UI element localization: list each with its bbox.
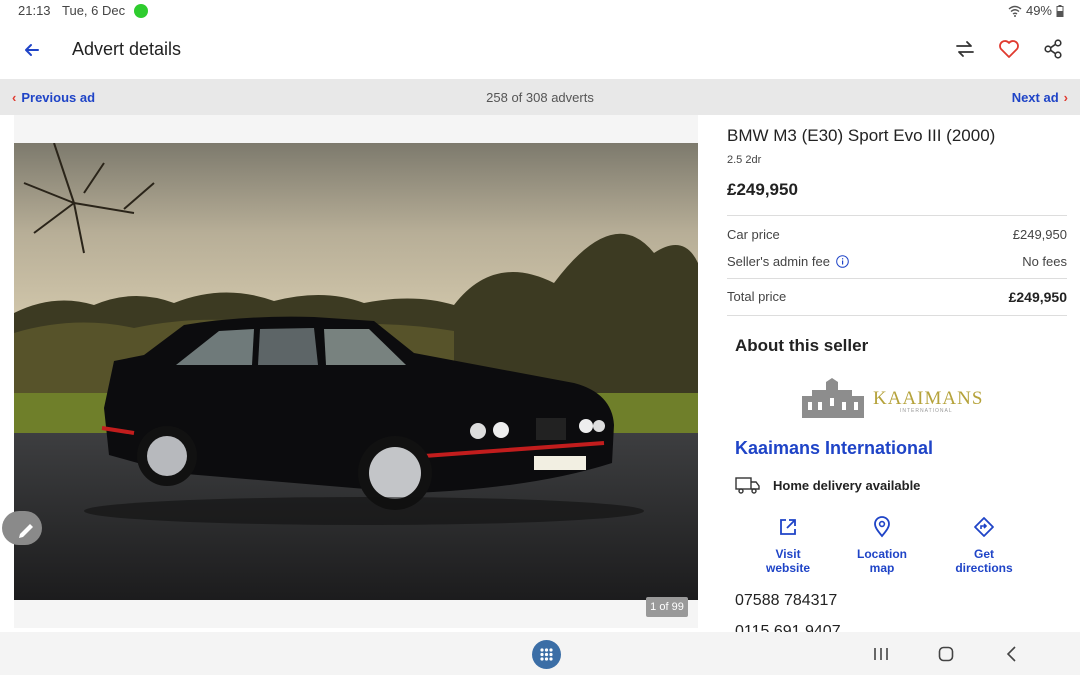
price-row-car: Car price £249,950 (727, 227, 1067, 242)
seller-phone-primary[interactable]: 07588 784317 (735, 592, 837, 610)
battery-level: 49% (1025, 3, 1052, 18)
status-date: Tue, 6 Dec (62, 3, 126, 18)
grid-icon (540, 648, 553, 661)
visit-website-line1: Visit (775, 547, 801, 561)
status-time: 21:13 (18, 3, 51, 18)
advert-navigation-bar: ‹ Previous ad 258 of 308 adverts Next ad… (0, 79, 1080, 115)
compare-arrows-icon (956, 41, 974, 57)
wifi-icon (1008, 5, 1022, 17)
get-directions-button[interactable]: Get directions (939, 516, 1029, 575)
get-directions-line1: Get (973, 547, 994, 561)
divider (727, 215, 1067, 216)
status-bar: 21:13 Tue, 6 Dec 49% (0, 0, 1080, 22)
home-delivery-label: Home delivery available (773, 477, 921, 493)
visit-website-button[interactable]: Visit website (743, 516, 833, 575)
seller-logo: KAAIMANS INTERNATIONAL (800, 374, 982, 422)
battery-icon (1056, 4, 1064, 17)
system-back-icon[interactable] (1002, 644, 1022, 664)
price-row-value: £249,950 (1008, 289, 1067, 305)
app-header: Advert details (0, 22, 1080, 79)
edit-fab-button[interactable] (2, 511, 42, 545)
pencil-icon (19, 524, 33, 538)
listing-details: BMW M3 (E30) Sport Evo III (2000) 2.5 2d… (727, 120, 1067, 316)
price-row-value: No fees (1022, 254, 1067, 269)
car-photo-image (14, 143, 698, 600)
location-map-button[interactable]: Location map (837, 516, 927, 575)
advert-count: 258 of 308 adverts (486, 90, 594, 105)
save-favourite-button[interactable] (996, 36, 1022, 62)
car-photo[interactable] (14, 143, 698, 600)
seller-name-link[interactable]: Kaaimans International (735, 438, 933, 459)
price-row-admin-fee: Seller's admin fee No fees (727, 254, 1067, 269)
recording-indicator-icon (134, 4, 148, 18)
get-directions-line2: directions (955, 561, 1013, 575)
photo-counter: 1 of 99 (646, 597, 688, 617)
app-drawer-button[interactable] (532, 640, 561, 669)
price-row-label: Car price (727, 227, 780, 242)
visit-website-line2: website (765, 561, 810, 575)
info-icon[interactable] (836, 255, 849, 268)
divider (727, 278, 1067, 279)
delivery-truck-icon (735, 477, 760, 494)
next-ad-label: Next ad (1011, 90, 1059, 105)
photo-gallery[interactable] (2, 115, 698, 628)
map-pin-icon (874, 516, 890, 538)
home-icon[interactable] (936, 644, 956, 664)
compare-button[interactable] (952, 36, 978, 62)
directions-icon (974, 517, 994, 537)
price-row-value: £249,950 (1012, 227, 1067, 242)
car-title: BMW M3 (E30) Sport Evo III (2000) (727, 126, 996, 145)
about-seller-heading: About this seller (735, 336, 869, 355)
price-row-label: Total price (727, 289, 787, 304)
logo-wordmark: KAAIMANS (873, 388, 984, 409)
chevron-right-icon: › (1063, 90, 1068, 105)
next-ad-link[interactable]: Next ad › (1012, 90, 1068, 105)
car-price: £249,950 (727, 180, 798, 199)
back-arrow-icon[interactable] (20, 38, 44, 62)
share-button[interactable] (1040, 36, 1066, 62)
location-map-line1: Location (857, 547, 907, 561)
seller-phone-secondary[interactable]: 0115 691 9407 (735, 623, 841, 632)
home-delivery: Home delivery available (735, 476, 920, 494)
share-icon (1044, 39, 1062, 59)
location-map-line2: map (869, 561, 895, 575)
external-link-icon (780, 519, 796, 535)
price-row-label: Seller's admin fee (727, 254, 830, 269)
heart-icon (999, 40, 1019, 58)
divider (727, 315, 1067, 316)
car-subtitle: 2.5 2dr (727, 154, 762, 166)
price-row-total: Total price £249,950 (727, 289, 1067, 305)
recent-apps-icon[interactable] (871, 644, 891, 664)
page-title: Advert details (72, 39, 182, 59)
system-navigation-bar (0, 632, 1080, 675)
logo-subtext: INTERNATIONAL (900, 408, 953, 414)
